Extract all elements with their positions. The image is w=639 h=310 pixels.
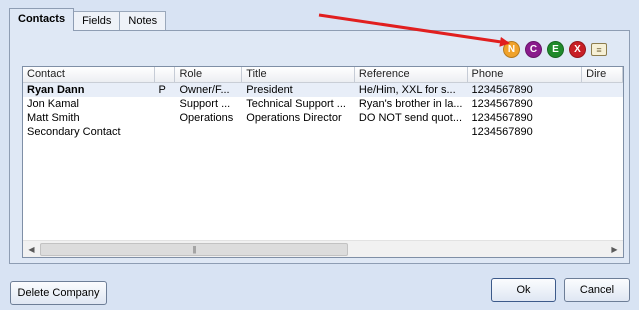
table-row[interactable]: Secondary Contact 1234567890 xyxy=(23,125,623,139)
copy-contact-icon[interactable]: C xyxy=(525,41,542,58)
cell-phone: 1234567890 xyxy=(471,112,533,124)
column-header-role[interactable]: Role xyxy=(175,67,243,82)
contacts-list[interactable]: Contact Role Title Reference Phone Dire … xyxy=(22,66,624,258)
column-header-title[interactable]: Title xyxy=(242,67,355,82)
cell-role: Owner/F... xyxy=(179,84,230,96)
cell-direct xyxy=(582,83,623,97)
column-header-phone[interactable]: Phone xyxy=(468,67,583,82)
cell-primary-flag xyxy=(155,125,176,139)
cell-contact: Matt Smith xyxy=(27,112,80,124)
tab-notes[interactable]: Notes xyxy=(119,11,167,31)
tab-fields[interactable]: Fields xyxy=(73,11,121,31)
contacts-panel: N C E X ≡ Contact Role Title Reference P… xyxy=(9,30,630,264)
cell-reference xyxy=(355,125,468,139)
tab-strip: Contacts Fields Notes xyxy=(9,8,167,31)
edit-contact-icon[interactable]: E xyxy=(547,41,564,58)
cell-phone: 1234567890 xyxy=(471,98,533,110)
delete-contact-icon[interactable]: X xyxy=(569,41,586,58)
cell-primary-flag xyxy=(155,111,176,125)
cell-reference: Ryan's brother in la... xyxy=(358,98,463,110)
column-header-contact[interactable]: Contact xyxy=(23,67,155,82)
scroll-right-icon[interactable]: ▶ xyxy=(606,241,623,258)
delete-company-button[interactable]: Delete Company xyxy=(10,281,107,305)
new-contact-icon[interactable]: N xyxy=(503,41,520,58)
cell-direct xyxy=(582,111,623,125)
cell-title xyxy=(242,125,355,139)
cell-role: Support ... xyxy=(179,98,231,110)
cancel-button[interactable]: Cancel xyxy=(564,278,630,302)
tab-contacts[interactable]: Contacts xyxy=(9,8,75,31)
scroll-thumb[interactable]: ||| xyxy=(40,242,348,256)
cell-reference: He/Him, XXL for s... xyxy=(358,84,456,96)
horizontal-scrollbar[interactable]: ◀ ||| ▶ xyxy=(23,240,623,257)
table-row[interactable]: Ryan Dann P Owner/F... President He/Him,… xyxy=(23,83,623,97)
column-header-reference[interactable]: Reference xyxy=(355,67,468,82)
cell-primary-flag: P xyxy=(158,84,166,96)
cell-direct xyxy=(582,97,623,111)
scroll-left-icon[interactable]: ◀ xyxy=(23,241,40,258)
table-row[interactable]: Jon Kamal Support ... Technical Support … xyxy=(23,97,623,111)
list-header: Contact Role Title Reference Phone Dire xyxy=(23,67,623,83)
cell-primary-flag xyxy=(155,97,176,111)
ok-button[interactable]: Ok xyxy=(491,278,556,302)
cell-title: Technical Support ... xyxy=(246,98,346,110)
cell-role xyxy=(175,125,242,139)
cell-phone: 1234567890 xyxy=(471,126,533,138)
column-header-direct[interactable]: Dire xyxy=(582,67,623,82)
cell-reference: DO NOT send quot... xyxy=(358,112,463,124)
contact-toolbar: N C E X ≡ xyxy=(503,41,607,58)
cell-title: President xyxy=(246,84,293,96)
cell-title: Operations Director xyxy=(246,112,342,124)
cell-direct xyxy=(582,125,623,139)
column-header-flag[interactable] xyxy=(155,67,176,82)
contact-card-icon[interactable]: ≡ xyxy=(591,43,607,56)
cell-phone: 1234567890 xyxy=(471,84,533,96)
cell-contact: Secondary Contact xyxy=(27,126,121,138)
scroll-track[interactable]: ||| xyxy=(40,241,606,258)
cell-role: Operations xyxy=(179,112,234,124)
cell-contact: Jon Kamal xyxy=(27,98,79,110)
cell-contact: Ryan Dann xyxy=(27,84,85,96)
table-row[interactable]: Matt Smith Operations Operations Directo… xyxy=(23,111,623,125)
